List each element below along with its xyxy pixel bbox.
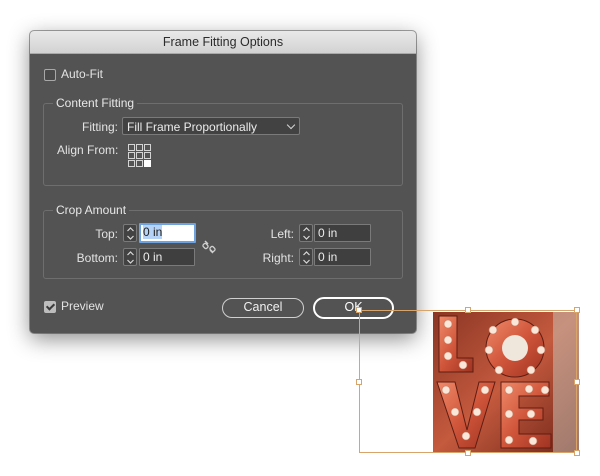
stepper-arrows-icon xyxy=(127,251,134,264)
crop-left-input[interactable]: 0 in xyxy=(314,224,371,242)
crop-amount-group xyxy=(43,210,403,279)
stepper-arrows-icon xyxy=(127,227,134,240)
chevron-down-icon xyxy=(286,120,296,130)
constrain-link-button[interactable] xyxy=(202,239,216,258)
crop-right-label: Right: xyxy=(262,251,294,265)
handle-top-left[interactable] xyxy=(356,307,362,313)
frame-fitting-dialog: Frame Fitting Options Auto-Fit Content F… xyxy=(30,31,416,333)
crop-bottom-stepper[interactable] xyxy=(123,248,137,266)
crop-bottom-input[interactable]: 0 in xyxy=(139,248,195,266)
stepper-arrows-icon xyxy=(303,251,310,264)
handle-top-center[interactable] xyxy=(465,307,471,313)
crop-right-input[interactable]: 0 in xyxy=(314,248,371,266)
reference-point-proxy[interactable] xyxy=(128,144,152,171)
auto-fit-label[interactable]: Auto-Fit xyxy=(61,67,103,81)
broken-link-icon xyxy=(202,240,216,254)
handle-top-right[interactable] xyxy=(574,307,580,313)
stepper-arrows-icon xyxy=(303,227,310,240)
cancel-button[interactable]: Cancel xyxy=(222,298,304,318)
dialog-title[interactable]: Frame Fitting Options xyxy=(30,31,416,54)
reference-point-grid-icon xyxy=(128,144,151,167)
handle-bottom-right[interactable] xyxy=(574,450,580,456)
fitting-dropdown[interactable]: Fill Frame Proportionally xyxy=(122,117,300,135)
handle-bottom-center[interactable] xyxy=(465,450,471,456)
crop-right-stepper[interactable] xyxy=(299,248,313,266)
crop-bottom-label: Bottom: xyxy=(76,251,118,265)
handle-middle-left[interactable] xyxy=(356,379,362,385)
crop-left-stepper[interactable] xyxy=(299,224,313,242)
fitting-label: Fitting: xyxy=(81,120,118,134)
handle-middle-right[interactable] xyxy=(574,379,580,385)
content-fitting-title: Content Fitting xyxy=(53,96,138,110)
align-from-label: Align From: xyxy=(57,143,119,157)
auto-fit-checkbox[interactable] xyxy=(44,69,56,81)
crop-top-label: Top: xyxy=(95,227,118,241)
fitting-value: Fill Frame Proportionally xyxy=(127,120,258,134)
crop-top-value: 0 in xyxy=(143,225,163,239)
crop-left-label: Left: xyxy=(270,227,294,241)
crop-top-input[interactable]: 0 in xyxy=(139,223,196,243)
preview-checkbox[interactable] xyxy=(44,301,56,313)
crop-amount-title: Crop Amount xyxy=(53,203,130,217)
preview-label[interactable]: Preview xyxy=(61,299,104,313)
crop-top-stepper[interactable] xyxy=(123,224,137,242)
frame-selection-bounds[interactable] xyxy=(359,310,577,453)
